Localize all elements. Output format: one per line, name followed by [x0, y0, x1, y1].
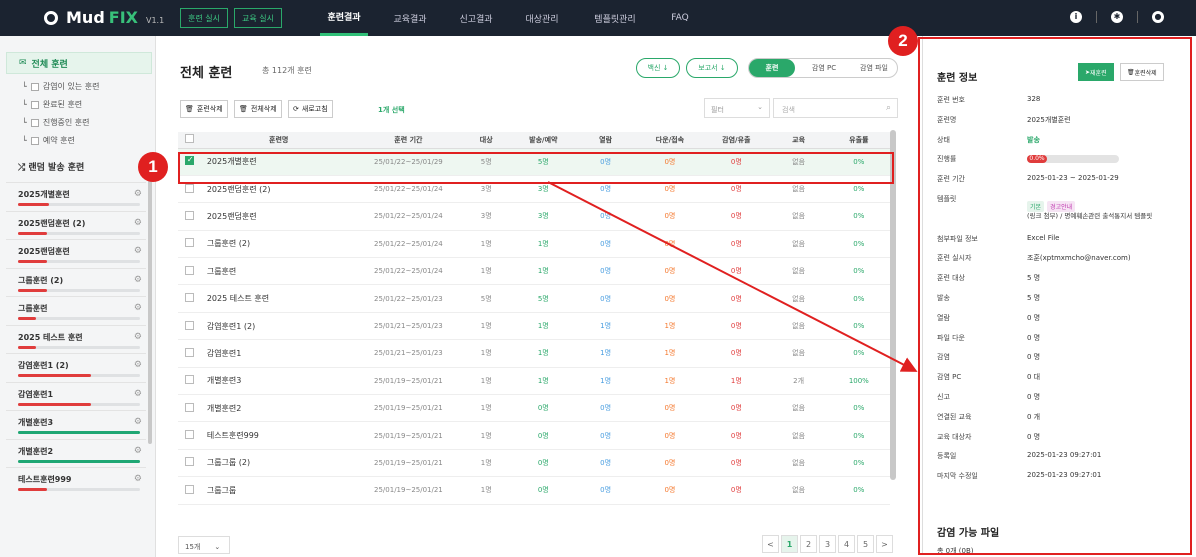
annotation-arrow: [547, 181, 918, 372]
